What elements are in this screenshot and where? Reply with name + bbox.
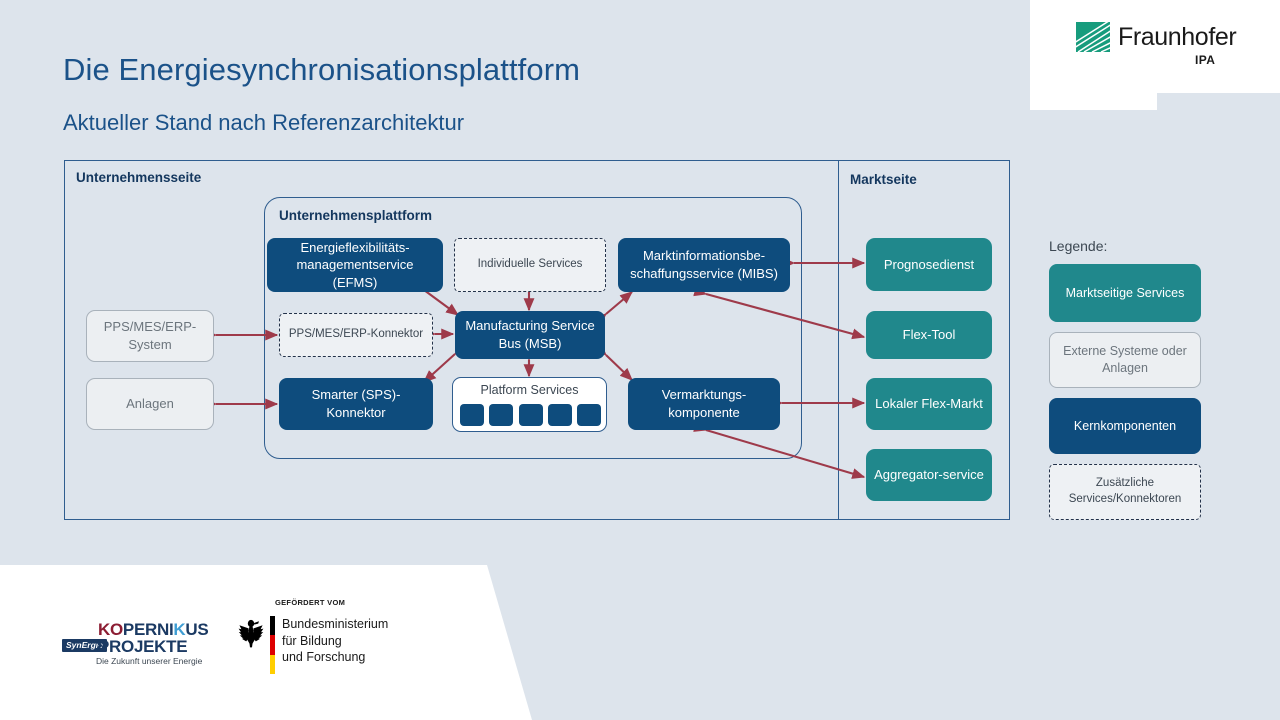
chevron-icon bbox=[93, 638, 107, 658]
node-anlagen[interactable]: Anlagen bbox=[86, 378, 214, 430]
node-vermarktungskomponente[interactable]: Vermarktungs-komponente bbox=[628, 378, 780, 430]
node-prognosedienst[interactable]: Prognosedienst bbox=[866, 238, 992, 291]
node-mibs[interactable]: Marktinformationsbe-schaffungsservice (M… bbox=[618, 238, 790, 292]
node-individuelle-services[interactable]: Individuelle Services bbox=[454, 238, 606, 292]
bmbf-line-1: Bundesministerium bbox=[282, 617, 389, 631]
platform-service-tile bbox=[489, 404, 514, 426]
fraunhofer-institute-label: IPA bbox=[1195, 53, 1216, 67]
bmbf-line-3: und Forschung bbox=[282, 650, 366, 664]
page-title: Die Energiesynchronisationsplattform bbox=[63, 52, 581, 87]
node-msb[interactable]: Manufacturing Service Bus (MSB) bbox=[455, 311, 605, 359]
bmbf-logo: GEFÖRDERT VOM Bundesministerium für Bild… bbox=[235, 598, 390, 674]
fraunhofer-mark-icon bbox=[1076, 22, 1110, 52]
platform-service-tile bbox=[460, 404, 484, 426]
funded-by-label: GEFÖRDERT VOM bbox=[275, 598, 346, 607]
node-smarter-sps-konnektor[interactable]: Smarter (SPS)-Konnektor bbox=[279, 378, 433, 430]
node-efms[interactable]: Energieflexibilitäts-managementservice (… bbox=[267, 238, 443, 292]
german-flag-stripe-icon bbox=[270, 616, 275, 674]
kopernikus-logo: KOPERNIKUS PROJEKTE SynErgie Die Zukunft… bbox=[62, 620, 214, 668]
legend-item-kernkomponenten: Kernkomponenten bbox=[1049, 398, 1201, 454]
legend-item-marktseitige-services: Marktseitige Services bbox=[1049, 264, 1201, 322]
node-pps-mes-erp-system[interactable]: PPS/MES/ERP-System bbox=[86, 310, 214, 362]
legend-item-zusaetzliche-services: Zusätzliche Services/Konnektoren bbox=[1049, 464, 1201, 520]
platform-services-label: Platform Services bbox=[480, 383, 579, 397]
bmbf-ministry-name: Bundesministerium für Bildung und Forsch… bbox=[282, 616, 388, 666]
kopernikus-tagline: Die Zukunft unserer Energie bbox=[96, 656, 203, 666]
node-flex-tool[interactable]: Flex-Tool bbox=[866, 311, 992, 359]
platform-service-tile bbox=[577, 404, 601, 426]
enterprise-panel-label: Unternehmensseite bbox=[76, 170, 202, 185]
platform-services-tiles bbox=[460, 404, 601, 426]
fraunhofer-logo: Fraunhofer IPA bbox=[1076, 22, 1237, 68]
page-subtitle: Aktueller Stand nach Referenzarchitektur bbox=[63, 110, 465, 135]
platform-service-tile bbox=[518, 404, 543, 426]
node-pps-mes-erp-konnektor[interactable]: PPS/MES/ERP-Konnektor bbox=[279, 313, 433, 357]
node-platform-services[interactable]: Platform Services bbox=[452, 377, 607, 432]
market-panel-label: Marktseite bbox=[850, 172, 917, 187]
legend-item-externe-systeme: Externe Systeme oder Anlagen bbox=[1049, 332, 1201, 388]
federal-eagle-icon bbox=[237, 618, 265, 648]
node-aggregatorservice[interactable]: Aggregator-service bbox=[866, 449, 992, 501]
bmbf-line-2: für Bildung bbox=[282, 633, 342, 648]
fraunhofer-wordmark: Fraunhofer bbox=[1118, 23, 1237, 51]
enterprise-platform-label: Unternehmensplattform bbox=[279, 208, 433, 223]
kopernikus-projekte-label: PROJEKTE bbox=[98, 637, 188, 656]
node-lokaler-flex-markt[interactable]: Lokaler Flex-Markt bbox=[866, 378, 992, 430]
platform-service-tile bbox=[547, 404, 572, 426]
legend-title: Legende: bbox=[1049, 238, 1108, 254]
